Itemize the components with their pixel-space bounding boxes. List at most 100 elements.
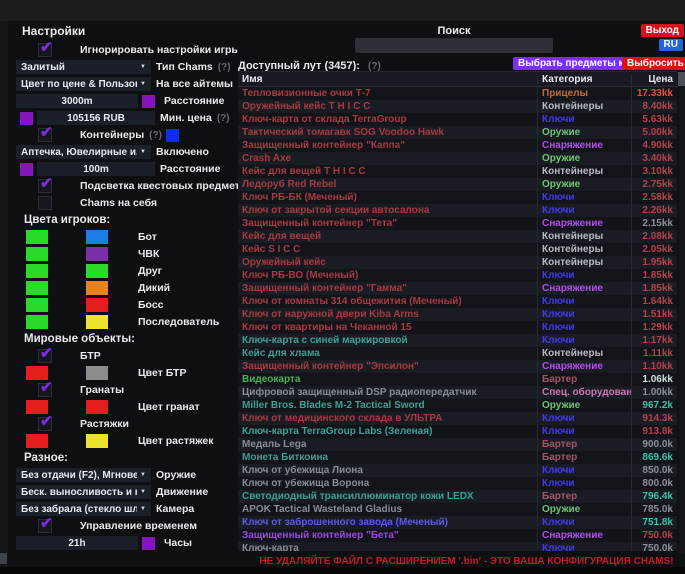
camera-mods-dropdown[interactable]: Без забрала (стекло шлема)▼ <box>16 502 151 516</box>
container-distance-input[interactable] <box>37 162 155 176</box>
table-row[interactable]: Crash AxeОружие3.40kk <box>238 152 677 165</box>
table-row[interactable]: Ключ от убежища ВоронаКлючи800.0k <box>238 477 677 490</box>
table-row[interactable]: Защищенный контейнер "Гамма"Снаряжение1.… <box>238 282 677 295</box>
containers-checkbox[interactable]: ✔ <box>38 128 52 142</box>
friend-color-row-row: Друг <box>8 264 238 278</box>
table-row[interactable]: Цифровой защищенный DSP радиопередатчикС… <box>238 386 677 399</box>
color-swatch[interactable] <box>86 264 108 278</box>
time-control-checkbox[interactable]: ✔ <box>38 519 52 533</box>
apply-to-items-dropdown[interactable]: Цвет по цене & Пользователь▼ <box>16 77 151 91</box>
table-row[interactable]: Ключ от квартиры на Чеканной 15Ключи1.29… <box>238 321 677 334</box>
table-row[interactable]: Ключ РБ-ВО (Меченый)Ключи1.85kk <box>238 269 677 282</box>
color-swatch[interactable] <box>86 400 108 414</box>
table-row[interactable]: ВидеокартаБартер1.06kk <box>238 373 677 386</box>
table-row[interactable]: Защищенный контейнер "Эпсилон"Снаряжение… <box>238 360 677 373</box>
exit-button[interactable]: Выход <box>641 24 684 37</box>
color-swatch[interactable] <box>86 366 108 380</box>
color-swatch[interactable] <box>86 230 108 244</box>
help-icon[interactable]: (?) <box>218 62 231 73</box>
table-row[interactable]: Ключ от убежища ЛионаКлючи850.0k <box>238 464 677 477</box>
item-price: 800.0k <box>631 477 677 490</box>
chams-on-self-checkbox[interactable] <box>38 196 52 210</box>
table-row[interactable]: Оружейный кейсКонтейнеры1.95kk <box>238 256 677 269</box>
table-row[interactable]: Кейс для вещей T H I C CКонтейнеры3.10kk <box>238 165 677 178</box>
table-row[interactable]: Miller Bros. Blades M-2 Tactical SwordОр… <box>238 399 677 412</box>
setting-label: Расстояние <box>160 163 220 175</box>
table-row[interactable]: Ключ-картаКлючи750.0k <box>238 542 677 551</box>
table-row[interactable]: Кейс для вещейКонтейнеры2.08kk <box>238 230 677 243</box>
item-category: Ключи <box>537 308 631 321</box>
table-row[interactable]: Ключ от заброшенного завода (Меченый)Клю… <box>238 516 677 529</box>
chevron-down-icon: ▼ <box>137 472 146 478</box>
language-button[interactable]: RU <box>659 39 683 51</box>
item-category: Снаряжение <box>537 282 631 295</box>
table-scrollbar[interactable] <box>678 71 685 554</box>
setting-label: Включено <box>156 146 209 158</box>
movement-mods-dropdown[interactable]: Беск. выносливость и нет уста▼ <box>16 485 151 499</box>
color-swatch[interactable] <box>26 264 48 278</box>
color-swatch[interactable] <box>86 281 108 295</box>
quest-items-highlight-checkbox[interactable]: ✔ <box>38 179 52 193</box>
search-input[interactable] <box>355 38 553 53</box>
table-row[interactable]: Монета БиткоинаБартер869.6k <box>238 451 677 464</box>
col-header-name[interactable]: Имя <box>238 74 537 85</box>
col-header-price[interactable]: Цена <box>631 74 677 85</box>
table-row[interactable]: Ключ от наружной двери Kiba ArmsКлючи1.5… <box>238 308 677 321</box>
color-swatch[interactable] <box>26 247 48 261</box>
item-price: 2.08kk <box>631 230 677 243</box>
table-row[interactable]: Оружейный кейс T H I C CКонтейнеры8.40kk <box>238 100 677 113</box>
table-row[interactable]: Ключ от комнаты 314 общежития (Меченый)К… <box>238 295 677 308</box>
color-swatch[interactable] <box>26 315 48 329</box>
color-swatch[interactable] <box>86 298 108 312</box>
table-row[interactable]: Кейс для хламаКонтейнеры1.11kk <box>238 347 677 360</box>
table-row[interactable]: Ключ-карта от склада TerraGroupКлючи5.63… <box>238 113 677 126</box>
side-handle[interactable] <box>0 553 7 564</box>
drop-all-button[interactable]: Выбросить все <box>622 57 685 70</box>
color-swatch[interactable] <box>86 434 108 448</box>
color-swatch[interactable] <box>142 95 155 108</box>
table-row[interactable]: Кейс S I C CКонтейнеры2.05kk <box>238 243 677 256</box>
color-swatch[interactable] <box>26 298 48 312</box>
item-filter-dropdown[interactable]: Аптечка, Ювелирные и...▼ <box>16 145 151 159</box>
color-swatch[interactable] <box>86 247 108 261</box>
weapon-mods-dropdown[interactable]: Без отдачи (F2), Мгновенное п▼ <box>16 468 151 482</box>
distance-input[interactable] <box>16 94 138 108</box>
checkbox-label: Контейнеры <box>80 129 144 141</box>
color-swatch[interactable] <box>26 230 48 244</box>
table-row[interactable]: Ключ-карта TerraGroup Labs (Зеленая)Ключ… <box>238 425 677 438</box>
table-row[interactable]: Ключ от медицинского склада в УЛЬТРАКлюч… <box>238 412 677 425</box>
scrollbar-thumb[interactable] <box>678 72 685 86</box>
btr-checkbox[interactable]: ✔ <box>38 349 52 363</box>
color-swatch[interactable] <box>20 112 33 125</box>
item-name: Ключ от заброшенного завода (Меченый) <box>238 516 537 529</box>
table-row[interactable]: Ключ РБ-БК (Меченый)Ключи2.58kk <box>238 191 677 204</box>
table-row[interactable]: Тактический томагавк SOG Voodoo HawkОруж… <box>238 126 677 139</box>
min-price-input[interactable] <box>37 111 155 125</box>
help-icon[interactable]: (?) <box>217 113 230 124</box>
grenades-checkbox[interactable]: ✔ <box>38 383 52 397</box>
col-header-category[interactable]: Категория <box>537 74 631 85</box>
table-row[interactable]: APOK Tactical Wasteland GladiusОружие785… <box>238 503 677 516</box>
color-swatch[interactable] <box>166 129 179 142</box>
color-swatch[interactable] <box>20 163 33 176</box>
color-swatch[interactable] <box>26 434 48 448</box>
chams-type-dropdown[interactable]: Залитый▼ <box>16 60 151 74</box>
color-swatch[interactable] <box>26 281 48 295</box>
item-category: Ключи <box>537 204 631 217</box>
color-swatch[interactable] <box>142 537 155 550</box>
table-row[interactable]: Защищенный контейнер "Каппа"Снаряжение4.… <box>238 139 677 152</box>
color-swatch[interactable] <box>86 315 108 329</box>
table-row[interactable]: Медаль LegaБартер900.0k <box>238 438 677 451</box>
table-row[interactable]: Ледоруб Red RebelОружие2.75kk <box>238 178 677 191</box>
hours-input[interactable] <box>16 536 138 550</box>
item-price: 1.29kk <box>631 321 677 334</box>
table-row[interactable]: Защищенный контейнер "Бета"Снаряжение750… <box>238 529 677 542</box>
table-row[interactable]: Светодиодный трансиллюминатор кожи LEDXБ… <box>238 490 677 503</box>
ignore-game-settings-checkbox[interactable]: ✔ <box>38 43 52 57</box>
table-row[interactable]: Защищенный контейнер "Тета"Снаряжение2.1… <box>238 217 677 230</box>
table-row[interactable]: Ключ-карта с синей маркировкойКлючи1.17k… <box>238 334 677 347</box>
table-row[interactable]: Тепловизионные очки Т-7Прицелы17.33kk <box>238 87 677 100</box>
table-row[interactable]: Ключ от закрытой секции автосалонаКлючи2… <box>238 204 677 217</box>
tripwires-checkbox[interactable]: ✔ <box>38 417 52 431</box>
help-icon[interactable]: (?) <box>149 130 162 141</box>
